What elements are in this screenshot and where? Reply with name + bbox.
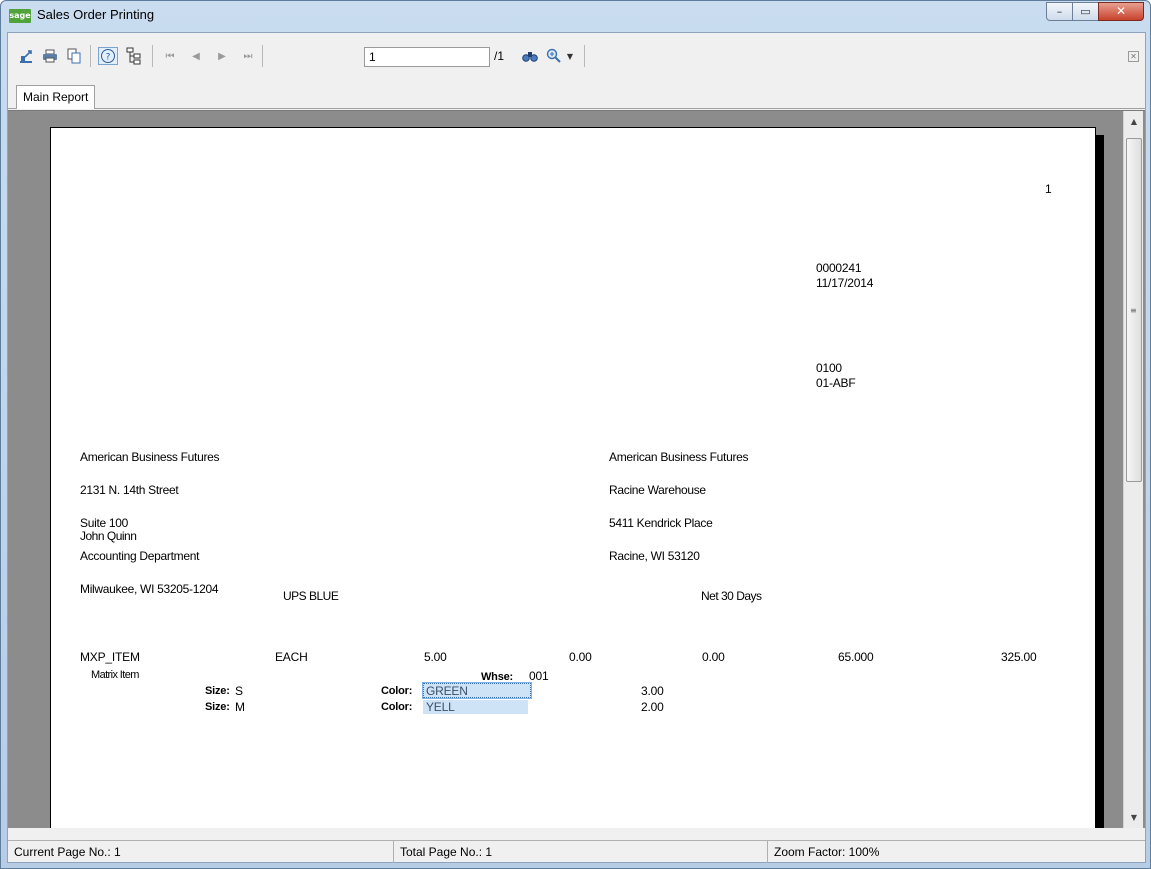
ship-to-line: American Business Futures xyxy=(609,450,749,464)
order-number: 0000241 xyxy=(816,261,862,275)
window-title: Sales Order Printing xyxy=(37,7,155,22)
customer-code: 01-ABF xyxy=(816,376,856,390)
line-item-code: MXP_ITEM xyxy=(80,650,140,664)
bill-to-line: 2131 N. 14th Street xyxy=(80,483,179,497)
warehouse-value: 001 xyxy=(529,669,549,683)
line-shipped: 0.00 xyxy=(569,650,592,664)
toolbar-separator xyxy=(90,45,91,67)
client-area: ? ⏮ ◀ ▶ ⏭ /1 ▼ ✕ Main Report xyxy=(7,32,1146,863)
zoom-factor-status: Zoom Factor: 100% xyxy=(774,845,880,859)
tab-main-report[interactable]: Main Report xyxy=(16,85,96,109)
size-label: Size: xyxy=(205,685,230,697)
ship-to-line: Racine Warehouse xyxy=(609,483,706,497)
terms: Net 30 Days xyxy=(701,589,762,603)
line-amount: 325.00 xyxy=(1001,650,1037,664)
close-icon: ✕ xyxy=(1115,4,1127,18)
color-value: YELL xyxy=(426,700,455,714)
close-viewer-icon[interactable]: ✕ xyxy=(1128,51,1139,62)
first-page-icon[interactable]: ⏮ xyxy=(160,47,180,65)
size-value: S xyxy=(235,684,243,698)
toolbar-separator xyxy=(262,45,263,67)
ship-to-address: American Business Futures Racine Warehou… xyxy=(609,430,749,584)
page-number-input[interactable] xyxy=(364,47,490,67)
export-icon[interactable] xyxy=(16,47,36,65)
matrix-qty: 2.00 xyxy=(641,700,664,714)
color-label: Color: xyxy=(381,701,413,713)
toolbar-separator xyxy=(152,45,153,67)
find-icon[interactable] xyxy=(520,47,540,65)
svg-text:?: ? xyxy=(106,53,111,63)
line-backordered: 0.00 xyxy=(702,650,725,664)
total-page-status: Total Page No.: 1 xyxy=(394,841,768,863)
help-icon[interactable]: ? xyxy=(98,47,118,65)
report-page: 1 0000241 11/17/2014 0100 01-ABF America… xyxy=(50,127,1096,828)
bill-to-address: American Business Futures 2131 N. 14th S… xyxy=(80,430,220,617)
maximize-icon: ▭ xyxy=(1080,5,1091,18)
page-total-label: /1 xyxy=(494,49,505,63)
warehouse-label: Whse: xyxy=(481,671,514,683)
report-viewer[interactable]: 1 0000241 11/17/2014 0100 01-ABF America… xyxy=(8,110,1145,828)
page-shadow xyxy=(1096,135,1104,828)
status-bar: Current Page No.: 1 Total Page No.: 1 Zo… xyxy=(8,840,1145,863)
matrix-qty: 3.00 xyxy=(641,684,664,698)
close-button[interactable]: ✕ xyxy=(1098,2,1144,21)
report-page-number: 1 xyxy=(1045,182,1052,196)
report-tabstrip: Main Report xyxy=(8,83,1145,109)
title-bar[interactable]: sage Sales Order Printing – ▭ ✕ xyxy=(1,1,1150,31)
current-page-status: Current Page No.: 1 xyxy=(8,841,394,863)
report-toolbar: ? ⏮ ◀ ▶ ⏭ /1 ▼ ✕ xyxy=(8,33,1145,83)
scroll-up-icon[interactable]: ▲ xyxy=(1124,113,1144,130)
line-description: Matrix Item xyxy=(91,669,139,681)
group-tree-icon[interactable] xyxy=(124,47,144,65)
sage-app-icon: sage xyxy=(9,9,31,23)
sales-order-printing-window: sage Sales Order Printing – ▭ ✕ ? ⏮ ◀ ▶ … xyxy=(0,0,1151,869)
ship-to-line: Racine, WI 53120 xyxy=(609,549,700,563)
last-page-icon[interactable]: ⏭ xyxy=(238,47,258,65)
order-date: 11/17/2014 xyxy=(816,276,874,290)
maximize-button[interactable]: ▭ xyxy=(1072,2,1099,21)
line-ordered: 5.00 xyxy=(424,650,447,664)
vertical-scrollbar[interactable]: ▲ ≡ ▼ xyxy=(1123,111,1143,828)
ship-via: UPS BLUE xyxy=(283,589,339,603)
bill-to-line: Milwaukee, WI 53205-1204 xyxy=(80,582,219,596)
toolbar-separator xyxy=(584,45,585,67)
next-page-icon[interactable]: ▶ xyxy=(212,47,232,65)
minimize-icon: – xyxy=(1056,5,1063,18)
scroll-down-icon[interactable]: ▼ xyxy=(1124,809,1144,826)
previous-page-icon[interactable]: ◀ xyxy=(186,47,206,65)
contact-name: John Quinn xyxy=(80,529,137,543)
bill-to-line: Suite 100 xyxy=(80,516,129,530)
color-label: Color: xyxy=(381,685,413,697)
zoom-icon[interactable] xyxy=(544,47,564,65)
customer-number: 0100 xyxy=(816,361,842,375)
ship-to-line: 5411 Kendrick Place xyxy=(609,516,713,530)
copy-icon[interactable] xyxy=(64,47,84,65)
color-value: GREEN xyxy=(426,684,468,698)
size-label: Size: xyxy=(205,701,230,713)
zoom-dropdown-icon[interactable]: ▼ xyxy=(564,47,576,65)
line-unit: EACH xyxy=(275,650,308,664)
minimize-button[interactable]: – xyxy=(1046,2,1073,21)
size-value: M xyxy=(235,700,245,714)
line-price: 65.000 xyxy=(838,650,874,664)
scroll-thumb[interactable]: ≡ xyxy=(1126,138,1142,482)
grip-icon: ≡ xyxy=(1130,306,1137,315)
bill-to-line: American Business Futures xyxy=(80,450,220,464)
bill-to-line: Accounting Department xyxy=(80,549,200,563)
print-icon[interactable] xyxy=(40,47,60,65)
